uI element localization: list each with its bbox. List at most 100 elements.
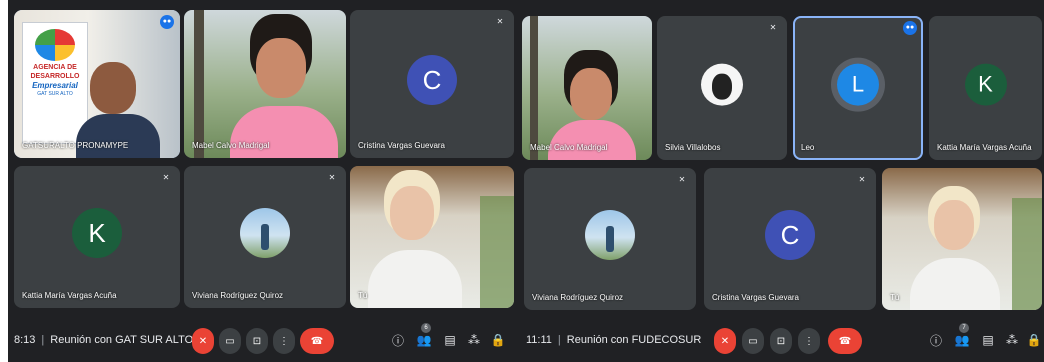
meeting-time: 11:11 — [526, 334, 552, 346]
participant-video — [184, 10, 346, 158]
present-button[interactable]: ⊡ — [246, 328, 268, 354]
chat-button[interactable]: ▤ — [980, 332, 996, 348]
participant-name: Viviana Rodríguez Quiroz — [532, 293, 624, 302]
avatar: K — [964, 63, 1007, 106]
person-head — [390, 186, 434, 240]
participant-tile-cristina[interactable]: C ✕ Cristina Vargas Guevara — [350, 10, 514, 158]
avatar: K — [72, 208, 122, 258]
speaking-indicator-icon: ●● — [160, 15, 174, 29]
participant-video — [882, 168, 1042, 310]
meeting-name: Reunión con FUDECOSUR — [566, 334, 702, 346]
separator: | — [557, 334, 561, 346]
participant-tile-viviana[interactable]: ✕ Viviana Rodríguez Quiroz — [524, 168, 696, 310]
participant-tile-mabel[interactable]: Mabel Calvo Madrigal — [522, 16, 652, 160]
banner-line-3: Empresarial — [32, 81, 78, 90]
mic-off-icon: ✕ — [496, 17, 504, 26]
participant-tile-self[interactable]: Tú — [350, 166, 514, 308]
participant-tile-kattia[interactable]: K ✕ Kattia María Vargas Acuña — [14, 166, 180, 308]
person-figure — [261, 224, 269, 250]
mic-off-icon: ✕ — [198, 335, 208, 347]
people-icon: 👥 — [954, 333, 970, 347]
participant-tile-leo[interactable]: L ●● Leo — [793, 16, 923, 160]
activities-button[interactable]: ⁂ — [466, 332, 482, 348]
info-icon: ⓘ — [391, 333, 404, 348]
participant-name: Leo — [801, 143, 815, 152]
participant-name: Mabel Calvo Madrigal — [192, 141, 270, 150]
chat-icon: ▤ — [444, 333, 456, 347]
participant-tile-silvia[interactable]: ✕ Silvia Villalobos — [657, 16, 787, 160]
host-controls-button[interactable]: 🔒 — [490, 332, 506, 348]
activities-button[interactable]: ⁂ — [1004, 332, 1020, 348]
info-icon: ⓘ — [929, 333, 942, 348]
participant-name: Tú — [358, 291, 368, 300]
person-body — [368, 250, 462, 308]
toggle-camera-button[interactable]: ▭ — [742, 328, 764, 354]
meeting-name: Reunión con GAT SUR ALTO — [50, 334, 194, 346]
meeting-info-button[interactable]: ⓘ — [390, 332, 406, 348]
host-controls-button[interactable]: 🔒 — [1026, 332, 1042, 348]
mic-off-icon: ✕ — [769, 23, 777, 32]
camera-icon: ▭ — [748, 335, 758, 347]
person-body — [76, 114, 160, 158]
activities-icon: ⁂ — [1006, 333, 1018, 347]
avatar — [701, 63, 743, 106]
participant-tile-cristina[interactable]: C ✕ Cristina Vargas Guevara — [704, 168, 876, 310]
avatar: L — [837, 63, 879, 106]
activities-icon: ⁂ — [468, 333, 480, 347]
avatar — [240, 208, 290, 258]
separator: | — [41, 334, 45, 346]
people-button[interactable]: 👥 7 — [954, 323, 970, 348]
participant-video — [350, 166, 514, 308]
mic-off-icon: ✕ — [328, 173, 336, 182]
window-plants — [480, 196, 514, 308]
control-bar: 8:13 | Reunión con GAT SUR ALTO ✕ ▭ ⊡ ⋮ ☎ … — [8, 320, 520, 362]
avatar — [585, 210, 635, 260]
avatar: C — [407, 55, 457, 105]
toggle-mic-button[interactable]: ✕ — [714, 328, 736, 354]
banner-line-1: AGENCIA DE — [33, 64, 77, 71]
more-options-icon: ⋮ — [279, 335, 289, 347]
participant-name: GATSURALTO PRONAMYPE — [22, 141, 129, 150]
participant-name: Viviana Rodríguez Quiroz — [192, 291, 284, 300]
participant-tile-self[interactable]: Tú — [882, 168, 1042, 310]
person-head — [90, 62, 136, 114]
chat-button[interactable]: ▤ — [442, 332, 458, 348]
more-options-button[interactable]: ⋮ — [798, 328, 820, 354]
present-button[interactable]: ⊡ — [770, 328, 792, 354]
agency-logo-icon — [35, 29, 75, 61]
participant-count-badge: 6 — [421, 323, 431, 333]
tree-trunk — [530, 16, 538, 160]
person-body — [548, 120, 636, 160]
person-figure — [712, 73, 732, 100]
more-options-icon: ⋮ — [804, 335, 814, 347]
banner-line-4: GAT SUR ALTO — [37, 91, 73, 97]
participant-video: AGENCIA DE DESARROLLO Empresarial GAT SU… — [14, 10, 180, 158]
person-body — [910, 258, 1000, 310]
participant-tile-mabel[interactable]: Mabel Calvo Madrigal — [184, 10, 346, 158]
more-options-button[interactable]: ⋮ — [273, 328, 295, 354]
toggle-camera-button[interactable]: ▭ — [219, 328, 241, 354]
mic-off-icon: ✕ — [678, 175, 686, 184]
participant-video — [522, 16, 652, 160]
host-controls-icon: 🔒 — [1026, 333, 1042, 347]
leave-call-button[interactable]: ☎ — [828, 328, 862, 354]
participant-name: Kattia María Vargas Acuña — [22, 291, 117, 300]
participant-tile-viviana[interactable]: ✕ Viviana Rodríguez Quiroz — [184, 166, 346, 308]
host-controls-icon: 🔒 — [490, 333, 506, 347]
person-head — [256, 38, 306, 98]
participant-name: Silvia Villalobos — [665, 143, 721, 152]
person-figure — [606, 226, 614, 252]
people-button[interactable]: 👥 6 — [416, 323, 432, 348]
tree-trunk — [194, 10, 204, 158]
participant-name: Tú — [890, 293, 900, 302]
speaking-indicator-icon: ●● — [903, 21, 917, 35]
agency-banner: AGENCIA DE DESARROLLO Empresarial GAT SU… — [22, 22, 88, 144]
meeting-time: 8:13 — [14, 334, 36, 346]
meeting-info-button[interactable]: ⓘ — [928, 332, 944, 348]
participant-name: Cristina Vargas Guevara — [712, 293, 799, 302]
participant-tile-kattia[interactable]: K Kattia María Vargas Acuña — [929, 16, 1042, 160]
participant-tile-gatsuralto[interactable]: AGENCIA DE DESARROLLO Empresarial GAT SU… — [14, 10, 180, 158]
present-icon: ⊡ — [776, 335, 786, 347]
leave-call-button[interactable]: ☎ — [300, 328, 334, 354]
toggle-mic-button[interactable]: ✕ — [192, 328, 214, 354]
